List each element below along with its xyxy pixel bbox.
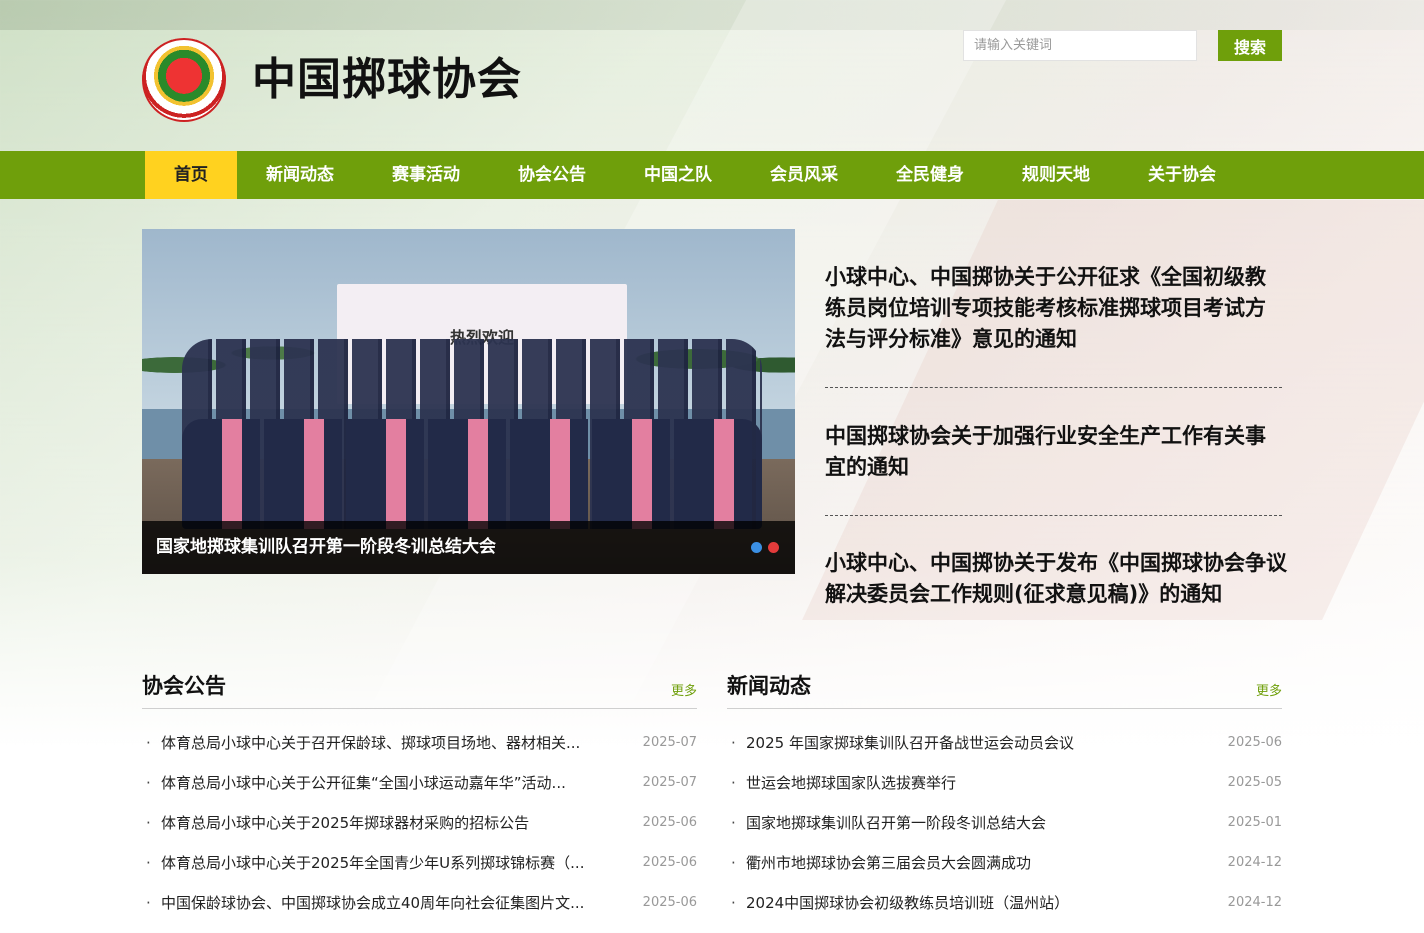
list-item-title[interactable]: 体育总局小球中心关于召开保龄球、掷球项目场地、器材相关... — [161, 723, 611, 763]
search-button[interactable]: 搜索 — [1218, 30, 1282, 61]
list-item[interactable]: · 中国保龄球协会、中国掷球协会成立40周年向社会征集图片文... 2025-06 — [142, 883, 697, 923]
list-item-title[interactable]: 体育总局小球中心关于公开征集“全国小球运动嘉年华”活动... — [161, 763, 611, 803]
carousel-dot-1[interactable] — [751, 542, 762, 553]
main-nav: 首页 新闻动态 赛事活动 协会公告 中国之队 会员风采 全民健身 规则天地 关于… — [0, 151, 1424, 199]
announcements-panel: 协会公告 更多 · 体育总局小球中心关于召开保龄球、掷球项目场地、器材相关... 2… — [142, 668, 697, 912]
site-header: 中国掷球协会 搜索 — [0, 0, 1424, 151]
headline-item[interactable]: 小球中心、中国掷协关于公开征求《全国初级教练员岗位培训专项技能考核标准掷球项目考… — [825, 262, 1282, 355]
news-panel: 新闻动态 更多 · 2025 年国家掷球集训队召开备战世运会动员会议 2025-06… — [727, 668, 1282, 912]
bullet-icon: · — [731, 814, 736, 832]
nav-item-about[interactable]: 关于协会 — [1119, 151, 1245, 199]
more-link[interactable]: 更多 — [1256, 680, 1282, 699]
list-item-date: 2025-05 — [1227, 775, 1282, 790]
association-logo[interactable] — [142, 38, 226, 122]
search-input[interactable] — [963, 30, 1197, 61]
panel-header: 协会公告 更多 — [142, 668, 697, 709]
bullet-icon: · — [731, 774, 736, 792]
list-item-date: 2025-06 — [642, 895, 697, 910]
list-item[interactable]: · 衢州市地掷球协会第三届会员大会圆满成功 2024-12 — [727, 843, 1282, 883]
bullet-icon: · — [731, 854, 736, 872]
headline-item[interactable]: 小球中心、中国掷协关于发布《中国掷球协会争议解决委员会工作规则(征求意见稿)》的… — [825, 548, 1295, 610]
list-item-date: 2025-06 — [642, 815, 697, 830]
list-item-title[interactable]: 2024中国掷球协会初级教练员培训班（温州站） — [746, 883, 1196, 923]
list-item-title[interactable]: 2025 年国家掷球集训队召开备战世运会动员会议 — [746, 723, 1196, 763]
panel-title: 协会公告 — [142, 674, 226, 698]
list-item-title[interactable]: 国家地掷球集训队召开第一阶段冬训总结大会 — [746, 803, 1196, 843]
list-item-date: 2024-12 — [1227, 895, 1282, 910]
headline-divider — [825, 387, 1282, 388]
list-item-title[interactable]: 衢州市地掷球协会第三届会员大会圆满成功 — [746, 843, 1196, 883]
carousel-dot-2[interactable] — [768, 542, 779, 553]
list-item[interactable]: · 国家地掷球集训队召开第一阶段冬训总结大会 2025-01 — [727, 803, 1282, 843]
list-item[interactable]: · 体育总局小球中心关于2025年全国青少年U系列掷球锦标赛（... 2025-06 — [142, 843, 697, 883]
list-item-date: 2025-07 — [642, 735, 697, 750]
list-item-title[interactable]: 世运会地掷球国家队选拔赛举行 — [746, 763, 1196, 803]
nav-item-announcements[interactable]: 协会公告 — [489, 151, 615, 199]
list-item[interactable]: · 世运会地掷球国家队选拔赛举行 2025-05 — [727, 763, 1282, 803]
more-link[interactable]: 更多 — [671, 680, 697, 699]
nav-item-members[interactable]: 会员风采 — [741, 151, 867, 199]
nav-item-rules[interactable]: 规则天地 — [993, 151, 1119, 199]
hero-image-team-front-row — [182, 419, 762, 529]
bullet-icon: · — [146, 814, 151, 832]
bullet-icon: · — [146, 734, 151, 752]
list-item[interactable]: · 体育总局小球中心关于召开保龄球、掷球项目场地、器材相关... 2025-07 — [142, 723, 697, 763]
list-item[interactable]: · 2025 年国家掷球集训队召开备战世运会动员会议 2025-06 — [727, 723, 1282, 763]
list-item[interactable]: · 体育总局小球中心关于2025年掷球器材采购的招标公告 2025-06 — [142, 803, 697, 843]
headline-item[interactable]: 中国掷球协会关于加强行业安全生产工作有关事宜的通知 — [825, 421, 1282, 483]
site-title[interactable]: 中国掷球协会 — [252, 52, 522, 108]
nav-item-home[interactable]: 首页 — [145, 151, 237, 199]
nav-item-fitness[interactable]: 全民健身 — [867, 151, 993, 199]
list-item-date: 2024-12 — [1227, 855, 1282, 870]
nav-item-news[interactable]: 新闻动态 — [237, 151, 363, 199]
bullet-icon: · — [731, 734, 736, 752]
list-item[interactable]: · 体育总局小球中心关于公开征集“全国小球运动嘉年华”活动... 2025-07 — [142, 763, 697, 803]
hero-caption[interactable]: 国家地掷球集训队召开第一阶段冬训总结大会 — [156, 521, 496, 574]
list-item-date: 2025-06 — [642, 855, 697, 870]
bullet-icon: · — [146, 894, 151, 912]
list-item-date: 2025-07 — [642, 775, 697, 790]
list-item-date: 2025-06 — [1227, 735, 1282, 750]
bullet-icon: · — [731, 894, 736, 912]
bullet-icon: · — [146, 854, 151, 872]
nav-item-events[interactable]: 赛事活动 — [363, 151, 489, 199]
list-item-date: 2025-01 — [1227, 815, 1282, 830]
nav-item-china-team[interactable]: 中国之队 — [615, 151, 741, 199]
bullet-icon: · — [146, 774, 151, 792]
headline-divider — [825, 515, 1282, 516]
list-item-title[interactable]: 体育总局小球中心关于2025年全国青少年U系列掷球锦标赛（... — [161, 843, 611, 883]
list-item[interactable]: · 2024中国掷球协会初级教练员培训班（温州站） 2024-12 — [727, 883, 1282, 923]
panel-header: 新闻动态 更多 — [727, 668, 1282, 709]
hero-carousel[interactable]: 热烈欢迎 国家地掷球集训队召开第一阶段冬训总结大会 — [142, 229, 795, 574]
list-item-title[interactable]: 体育总局小球中心关于2025年掷球器材采购的招标公告 — [161, 803, 611, 843]
panel-title: 新闻动态 — [727, 674, 811, 698]
list-item-title[interactable]: 中国保龄球协会、中国掷球协会成立40周年向社会征集图片文... — [161, 883, 611, 923]
hero-caption-bar: 国家地掷球集训队召开第一阶段冬训总结大会 — [142, 521, 795, 574]
